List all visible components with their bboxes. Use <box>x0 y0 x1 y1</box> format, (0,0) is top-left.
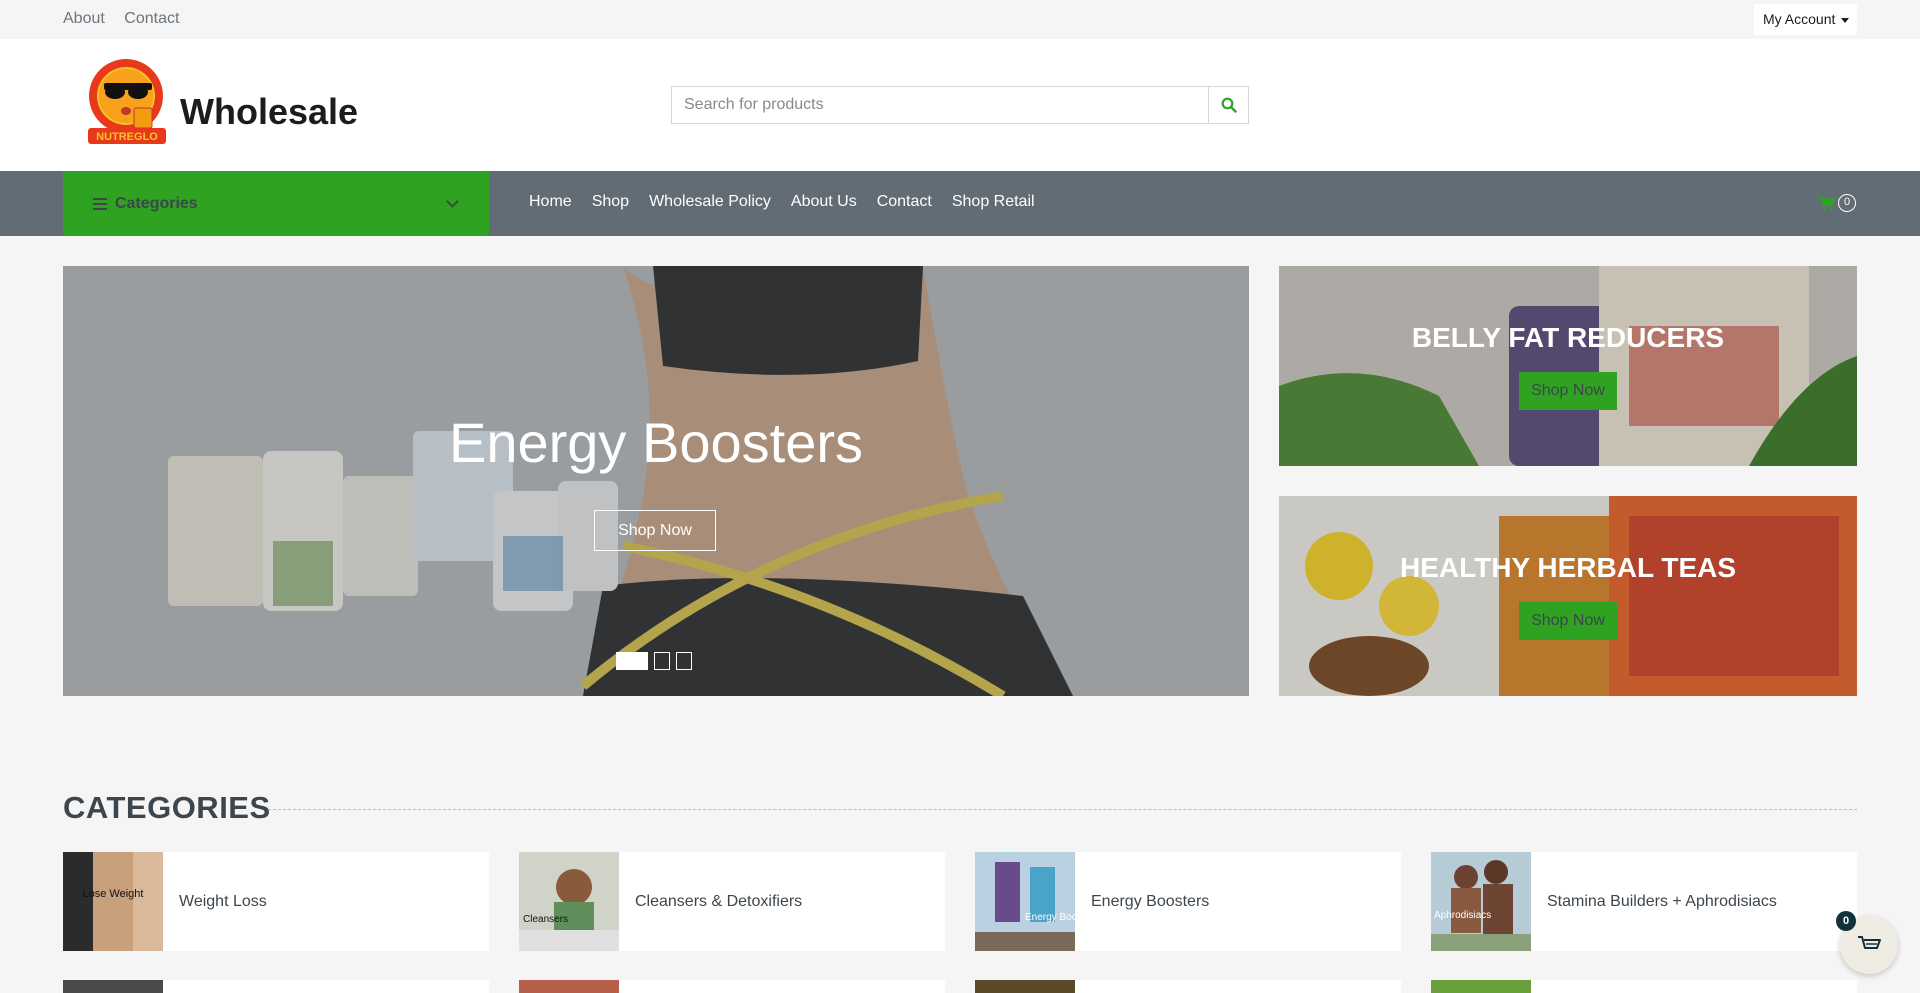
categories-label: Categories <box>115 194 198 212</box>
cart-icon <box>1818 196 1835 211</box>
search-input[interactable] <box>672 87 1208 123</box>
category-thumb-stamina-builders: Aphrodisiacs <box>1431 852 1531 951</box>
category-card-cleansers[interactable]: Cleansers Cleansers & Detoxifiers <box>519 852 945 951</box>
section-divider <box>268 809 1857 810</box>
my-account-label: My Account <box>1763 11 1836 27</box>
main-menu: Home Shop Wholesale Policy About Us Cont… <box>529 193 1035 211</box>
top-bar: About Contact My Account <box>0 0 1920 39</box>
logo[interactable]: NUTREGLO <box>86 56 168 151</box>
carousel-dot-1[interactable] <box>616 652 648 670</box>
category-label-cleansers: Cleansers & Detoxifiers <box>635 892 803 910</box>
category-card-weight-loss[interactable]: Lose Weight Weight Loss <box>63 852 489 951</box>
chevron-down-icon <box>446 195 459 208</box>
nav-home[interactable]: Home <box>529 193 572 211</box>
promo-shop-now-button-1[interactable]: Shop Now <box>1519 372 1617 410</box>
promo-shop-now-button-2[interactable]: Shop Now <box>1519 602 1617 640</box>
hero-title: Energy Boosters <box>449 411 863 474</box>
carousel-dot-3[interactable] <box>676 652 692 670</box>
categories-section-title: CATEGORIES <box>63 790 271 825</box>
cart-icon <box>1858 936 1881 949</box>
promo-overlay-1 <box>1279 266 1857 466</box>
category-thumb-energy-boosters: Energy Boosters <box>975 852 1075 951</box>
search-bar <box>671 86 1249 124</box>
top-link-about[interactable]: About <box>63 10 105 27</box>
search-button[interactable] <box>1208 87 1248 123</box>
promo-title-herbal-teas: HEALTHY HERBAL TEAS <box>1399 552 1737 583</box>
promo-title-belly-fat: BELLY FAT REDUCERS <box>1411 322 1725 353</box>
nav-about-us[interactable]: About Us <box>791 193 857 211</box>
promo-herbal-teas: HEALTHY HERBAL TEAS Shop Now <box>1279 496 1857 696</box>
hero-carousel: Energy Boosters Shop Now <box>63 266 1249 696</box>
category-label-weight-loss: Weight Loss <box>179 892 267 910</box>
nav-contact[interactable]: Contact <box>877 193 932 211</box>
search-icon <box>1221 97 1237 113</box>
hamburger-icon <box>93 197 107 210</box>
thumb-text-energy-boosters: Energy Boosters <box>1025 912 1075 923</box>
category-card-energy-boosters[interactable]: Energy Boosters Energy Boosters <box>975 852 1401 951</box>
header-cart[interactable]: 0 <box>1817 194 1856 212</box>
svg-text:NUTREGLO: NUTREGLO <box>96 131 158 143</box>
brand-name[interactable]: Wholesale <box>180 91 358 133</box>
nav-shop[interactable]: Shop <box>592 193 629 211</box>
floating-cart-count: 0 <box>1836 911 1856 931</box>
thumb-text-cleansers: Cleansers <box>523 914 568 925</box>
nav-shop-retail[interactable]: Shop Retail <box>952 193 1035 211</box>
category-label-stamina-builders: Stamina Builders + Aphrodisiacs <box>1547 892 1777 910</box>
hero-shop-now-button[interactable]: Shop Now <box>594 510 716 551</box>
category-card-row2-1[interactable] <box>63 980 489 993</box>
cart-count-badge: 0 <box>1838 194 1856 212</box>
category-thumb-cleansers: Cleansers <box>519 852 619 951</box>
category-card-row2-2[interactable] <box>519 980 945 993</box>
promo-belly-fat: BELLY FAT REDUCERS Shop Now <box>1279 266 1857 466</box>
category-card-row2-3[interactable] <box>975 980 1401 993</box>
thumb-text-stamina: Aphrodisiacs <box>1434 910 1491 921</box>
main-navbar: Categories Home Shop Wholesale Policy Ab… <box>0 171 1920 236</box>
nav-wholesale-policy[interactable]: Wholesale Policy <box>649 193 771 211</box>
top-link-contact[interactable]: Contact <box>124 10 179 27</box>
hero-overlay <box>63 266 1249 696</box>
category-card-stamina-builders[interactable]: Aphrodisiacs Stamina Builders + Aphrodis… <box>1431 852 1857 951</box>
my-account-dropdown[interactable]: My Account <box>1754 4 1857 35</box>
top-links: About Contact <box>63 10 194 28</box>
category-card-row2-4[interactable] <box>1431 980 1857 993</box>
category-label-energy-boosters: Energy Boosters <box>1091 892 1210 910</box>
thumb-text-weight-loss: Lose Weight <box>83 888 144 900</box>
caret-down-icon <box>1841 17 1850 23</box>
promo-overlay-2 <box>1279 496 1857 696</box>
categories-toggle[interactable]: Categories <box>63 171 489 236</box>
site-header: NUTREGLO Wholesale <box>0 39 1920 171</box>
category-thumb-weight-loss: Lose Weight <box>63 852 163 951</box>
carousel-dot-2[interactable] <box>654 652 670 670</box>
carousel-indicators <box>616 652 692 670</box>
